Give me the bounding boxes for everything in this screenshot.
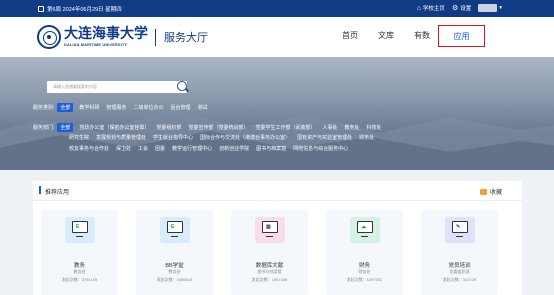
folder-icon bbox=[479, 188, 487, 195]
university-logo[interactable]: 大连海事大学 DALIAN MARITIME UNIVERSITY 服务大厅 bbox=[37, 25, 208, 49]
dept-item[interactable]: 研究生院 bbox=[69, 134, 89, 141]
app-count: 发起次数：342029 bbox=[442, 277, 477, 282]
chevron-down-icon: ▾ bbox=[499, 5, 502, 11]
app-count: 发起次数：1097202 bbox=[346, 277, 383, 282]
portal-title: 服务大厅 bbox=[164, 32, 208, 44]
app-dept: 教务处 bbox=[73, 269, 86, 274]
app-dept: 图书与档案馆 bbox=[257, 269, 282, 274]
settings-link[interactable]: ⚙ 设置 bbox=[451, 4, 471, 13]
dept-filter-row-2: 研究生院 发展规划与质量管理处 学生就业指导中心 国际合作与交流处（港澳台事务办… bbox=[69, 134, 381, 141]
app-icon-bg: E bbox=[65, 217, 95, 243]
dept-item[interactable]: 创新创业学院 bbox=[219, 145, 249, 152]
school-name-en: DALIAN MARITIME UNIVERSITY bbox=[64, 43, 128, 47]
app-card-database[interactable]: ▥ 数据库文献 图书与档案馆 发起次数：1567436 bbox=[231, 210, 308, 295]
app-name: BB学堂 bbox=[165, 263, 184, 269]
dept-item[interactable]: 党委学生工作部（武装部） bbox=[255, 124, 315, 131]
dept-item[interactable]: 网络信息与综合服务中心 bbox=[293, 145, 348, 152]
dept-item[interactable]: 党政办公室（保密办公室挂靠） bbox=[79, 124, 149, 131]
app-card-party-training[interactable]: ✎ 党员培训 党委组织部 发起次数：342029 bbox=[421, 210, 498, 295]
gear-icon: ⚙ bbox=[451, 4, 459, 12]
nav-library[interactable]: 文库 bbox=[378, 30, 394, 41]
nav-data[interactable]: 有数 bbox=[414, 30, 430, 41]
dept-item[interactable]: 发展规划与质量管理处 bbox=[96, 134, 146, 141]
app-icon-bg: ☁ bbox=[350, 217, 380, 243]
category-label: 服务类别: bbox=[33, 105, 55, 111]
calendar-icon bbox=[38, 6, 44, 12]
app-card-finance[interactable]: ☁ 财务 财务处 发起次数：1097202 bbox=[326, 210, 403, 295]
app-name: 教务 bbox=[73, 263, 85, 269]
nav-home[interactable]: 首页 bbox=[342, 30, 358, 41]
category-teaching[interactable]: 教学科研 bbox=[79, 104, 99, 111]
dept-item[interactable]: 党委宣传部（党委统战部） bbox=[188, 124, 248, 131]
app-dept: 财务处 bbox=[358, 269, 371, 274]
app-count: 发起次数：1567436 bbox=[251, 277, 288, 282]
dept-label: 服务部门: bbox=[33, 125, 55, 131]
app-name: 党员培训 bbox=[448, 263, 471, 269]
panel-title: 推荐应用 bbox=[45, 190, 70, 196]
dept-item[interactable]: 团委 bbox=[155, 145, 165, 152]
dept-item[interactable]: 教学运行管理中心 bbox=[172, 145, 212, 152]
monitor-icon bbox=[72, 221, 88, 237]
dept-item[interactable]: 学生就业指导中心 bbox=[153, 134, 193, 141]
user-menu[interactable]: ▾ bbox=[478, 4, 502, 12]
dept-item[interactable]: 国有资产与实验室管理处 bbox=[297, 134, 352, 141]
app-name: 财务 bbox=[358, 263, 370, 269]
section-marker bbox=[39, 186, 41, 194]
nav-apps[interactable]: 应用 bbox=[438, 25, 485, 47]
school-seal-icon bbox=[37, 25, 61, 49]
panel-header: 推荐应用 收藏 bbox=[33, 181, 522, 201]
dept-item[interactable]: 财务处 bbox=[359, 134, 374, 141]
category-test[interactable]: 测试 bbox=[197, 104, 207, 111]
search-placeholder: 请输入您想要搜索的内容 bbox=[53, 84, 97, 89]
app-icon-bg: ▥ bbox=[255, 217, 285, 243]
top-bar: 第6周 2024年06月29日 星期四 ⌂ 学校主页 ⚙ 设置 ▾ bbox=[0, 0, 554, 17]
dept-all[interactable]: 全部 bbox=[57, 123, 74, 132]
recommended-apps-panel: 推荐应用 收藏 E 教务 教务处 发起次数：3794165 E BB学堂 教务处… bbox=[33, 181, 522, 295]
app-count: 发起次数：2486614 bbox=[156, 277, 193, 282]
category-management[interactable]: 管理服务 bbox=[106, 104, 126, 111]
school-home-link[interactable]: ⌂ 学校主页 bbox=[416, 4, 445, 13]
search-icon[interactable] bbox=[177, 81, 187, 91]
favorites-button[interactable]: 收藏 bbox=[479, 187, 502, 196]
dept-item[interactable]: 科技处 bbox=[367, 124, 382, 131]
app-dept: 党委组织部 bbox=[449, 269, 470, 274]
app-card-academic[interactable]: E 教务 教务处 发起次数：3794165 bbox=[41, 210, 118, 295]
date-text: 第6周 2024年06月29日 星期四 bbox=[47, 7, 122, 13]
home-icon: ⌂ bbox=[416, 4, 421, 12]
school-name-cn: 大连海事大学 bbox=[64, 26, 148, 42]
dept-item[interactable]: 国际合作与交流处（港澳台事务办公室） bbox=[200, 134, 290, 141]
site-header: 大连海事大学 DALIAN MARITIME UNIVERSITY 服务大厅 首… bbox=[0, 17, 554, 57]
app-name: 数据库文献 bbox=[255, 263, 284, 269]
dept-item[interactable]: 党委组织部 bbox=[156, 124, 181, 131]
logo-divider bbox=[155, 28, 156, 46]
app-dept: 教务处 bbox=[168, 269, 181, 274]
date-info: 第6周 2024年06月29日 星期四 bbox=[38, 5, 122, 13]
dept-filter-row-3: 校友事务与合作处 保卫处 工会 团委 教学运行管理中心 创新创业学院 图书与档案… bbox=[69, 145, 355, 152]
category-filter-row: 服务类别: 全部 教学科研 管理服务 二级单位办公 后台管理 测试 bbox=[33, 103, 214, 112]
user-name-box bbox=[478, 4, 498, 12]
app-icon-bg: ✎ bbox=[445, 217, 475, 243]
category-backend[interactable]: 后台管理 bbox=[170, 104, 190, 111]
dept-item[interactable]: 图书与档案馆 bbox=[256, 145, 286, 152]
dept-item[interactable]: 工会 bbox=[138, 145, 148, 152]
hero-banner: 请输入您想要搜索的内容 服务类别: 全部 教学科研 管理服务 二级单位办公 后台… bbox=[0, 57, 554, 170]
dept-item[interactable]: 校友事务与合作处 bbox=[69, 145, 109, 152]
dept-filter-row-1: 服务部门: 全部 党政办公室（保密办公室挂靠） 党委组织部 党委宣传部（党委统战… bbox=[33, 123, 389, 132]
dept-item[interactable]: 人事处 bbox=[322, 124, 337, 131]
category-all[interactable]: 全部 bbox=[57, 103, 74, 112]
top-links: ⌂ 学校主页 ⚙ 设置 ▾ bbox=[417, 4, 502, 12]
dept-item[interactable]: 教务处 bbox=[344, 124, 359, 131]
monitor-icon bbox=[167, 221, 183, 237]
category-unit-office[interactable]: 二级单位办公 bbox=[133, 104, 163, 111]
app-card-bb[interactable]: E BB学堂 教务处 发起次数：2486614 bbox=[136, 210, 213, 295]
app-icon-bg: E bbox=[160, 217, 190, 243]
app-count: 发起次数：3794165 bbox=[61, 277, 98, 282]
search-input[interactable]: 请输入您想要搜索的内容 bbox=[47, 81, 187, 93]
dept-item[interactable]: 保卫处 bbox=[116, 145, 131, 152]
